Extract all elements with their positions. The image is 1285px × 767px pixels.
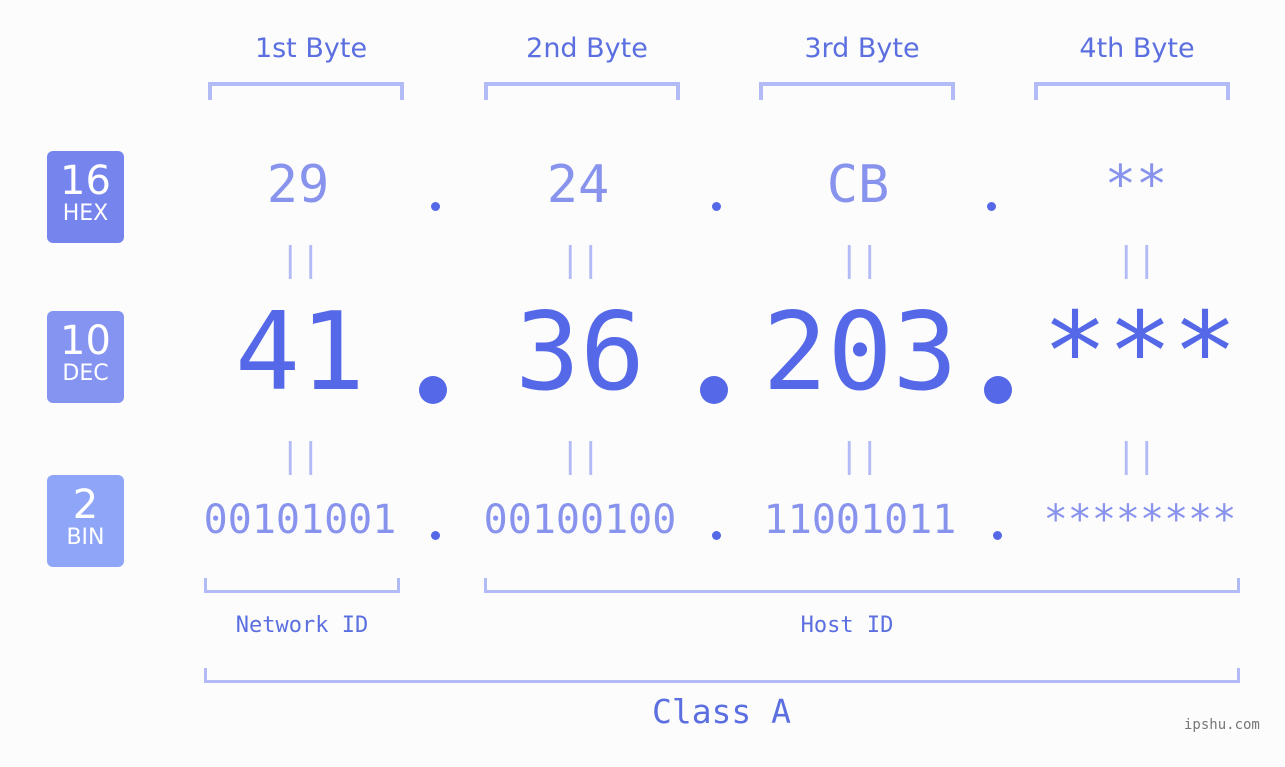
byte-bracket-3 xyxy=(759,82,955,100)
equals-sign: || xyxy=(560,436,601,476)
hex-dot-2 xyxy=(712,202,721,211)
equals-sign: || xyxy=(1116,436,1157,476)
dec-dot-2 xyxy=(700,376,728,404)
bin-dot-1 xyxy=(431,531,440,540)
bin-value-3: 11001011 xyxy=(763,497,957,543)
bin-value-4: ******** xyxy=(1043,497,1237,543)
brand-watermark: ipshu.com xyxy=(1184,717,1260,733)
dec-value-1: 41 xyxy=(234,290,366,415)
hex-value-4: ** xyxy=(1104,155,1168,215)
network-id-bracket xyxy=(204,578,400,593)
bin-value-2: 00100100 xyxy=(483,497,677,543)
network-id-label: Network ID xyxy=(235,613,369,638)
byte-bracket-2 xyxy=(484,82,680,100)
byte-bracket-4 xyxy=(1034,82,1230,100)
hex-dot-3 xyxy=(987,202,996,211)
class-bracket xyxy=(204,668,1240,683)
hex-value-2: 24 xyxy=(546,155,610,215)
dec-value-4: *** xyxy=(1042,290,1238,415)
byte-header-4: 4th Byte xyxy=(1079,33,1195,64)
class-label: Class A xyxy=(651,692,792,731)
hex-badge-number: 16 xyxy=(60,158,111,204)
dec-badge-number: 10 xyxy=(60,318,111,364)
dec-badge: 10 DEC xyxy=(47,311,124,403)
hex-value-3: CB xyxy=(826,155,890,215)
byte-header-1: 1st Byte xyxy=(254,33,368,64)
host-id-bracket xyxy=(484,578,1240,593)
hex-dot-1 xyxy=(431,202,440,211)
byte-bracket-1 xyxy=(208,82,404,100)
bin-badge-number: 2 xyxy=(72,482,99,528)
bin-value-1: 00101001 xyxy=(203,497,397,543)
dec-badge-label: DEC xyxy=(62,361,109,386)
equals-sign: || xyxy=(1116,240,1157,280)
dec-dot-1 xyxy=(419,376,447,404)
equals-sign: || xyxy=(839,240,880,280)
dec-dot-3 xyxy=(984,376,1012,404)
host-id-label: Host ID xyxy=(800,613,894,638)
bin-dot-3 xyxy=(993,531,1002,540)
bin-dot-2 xyxy=(712,531,721,540)
bin-badge: 2 BIN xyxy=(47,475,124,567)
bin-badge-label: BIN xyxy=(66,525,105,550)
hex-badge: 16 HEX xyxy=(47,151,124,243)
equals-sign: || xyxy=(280,240,321,280)
hex-value-1: 29 xyxy=(266,155,330,215)
byte-header-3: 3rd Byte xyxy=(804,33,920,64)
equals-sign: || xyxy=(560,240,601,280)
dec-value-2: 36 xyxy=(514,290,646,415)
equals-sign: || xyxy=(280,436,321,476)
byte-header-2: 2nd Byte xyxy=(526,33,648,64)
hex-badge-label: HEX xyxy=(62,201,109,226)
dec-value-3: 203 xyxy=(762,290,958,415)
equals-sign: || xyxy=(839,436,880,476)
